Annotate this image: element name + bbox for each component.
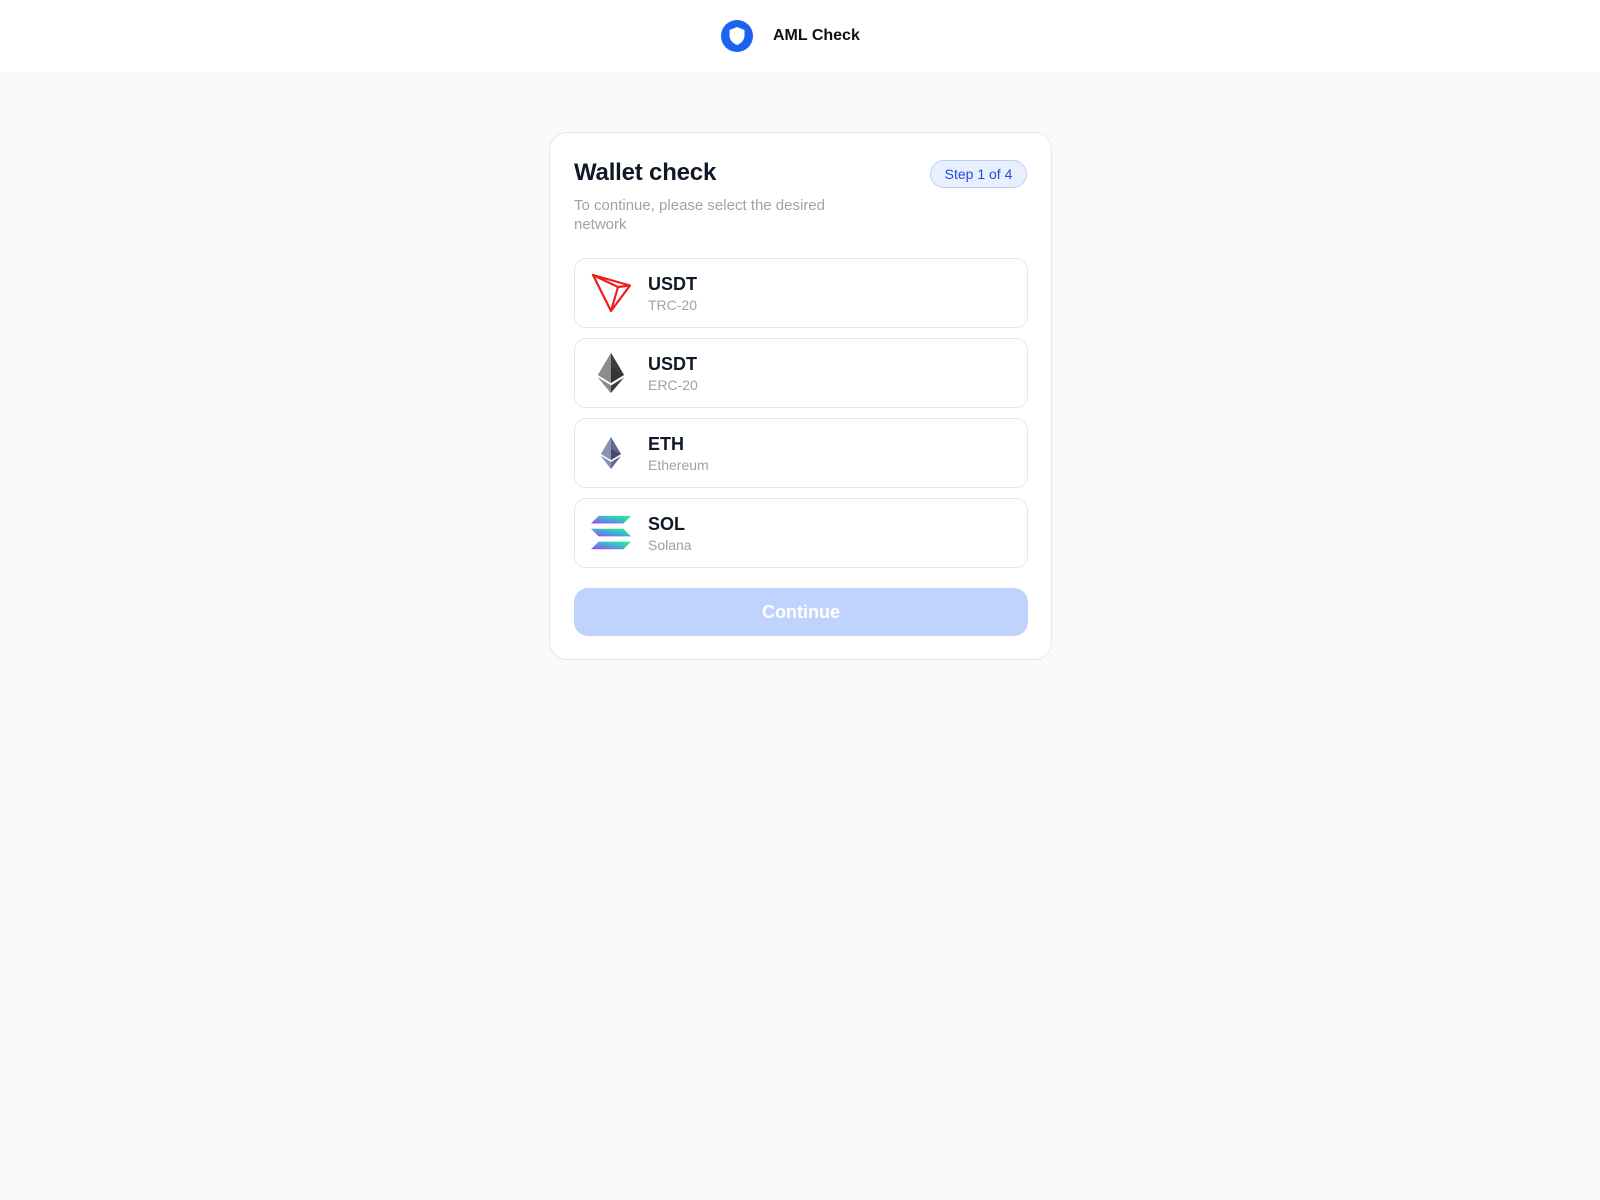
- network-option-eth[interactable]: ETH Ethereum: [574, 418, 1028, 488]
- brand: AML Check: [721, 20, 860, 52]
- ethereum-icon: [591, 433, 631, 473]
- network-standard: TRC-20: [648, 296, 698, 313]
- network-standard: ERC-20: [648, 376, 698, 393]
- network-standard: Solana: [648, 536, 692, 553]
- network-list: USDT TRC-20 USDT ERC-20 ETH Ethereum SOL…: [574, 258, 1028, 578]
- network-name: USDT: [648, 353, 697, 374]
- page-subtitle: To continue, please select the desired n…: [574, 197, 825, 233]
- ethereum-dark-icon: [591, 353, 631, 393]
- network-name: ETH: [648, 433, 684, 454]
- network-name: SOL: [648, 513, 686, 534]
- network-name: USDT: [648, 273, 697, 294]
- continue-button[interactable]: Continue: [574, 588, 1028, 636]
- solana-icon: [591, 513, 631, 553]
- shield-icon: [721, 20, 753, 52]
- page-title: Wallet check: [574, 159, 717, 186]
- network-option-usdt-erc20[interactable]: USDT ERC-20: [574, 338, 1028, 408]
- step-badge: Step 1 of 4: [930, 160, 1027, 188]
- app-title: AML Check: [773, 27, 860, 44]
- network-option-usdt-trc20[interactable]: USDT TRC-20: [574, 258, 1028, 328]
- top-bar: AML Check: [0, 0, 1600, 72]
- network-standard: Ethereum: [648, 456, 709, 473]
- wallet-check-card: Wallet check To continue, please select …: [549, 132, 1052, 660]
- tron-icon: [591, 273, 631, 313]
- network-option-sol[interactable]: SOL Solana: [574, 498, 1028, 568]
